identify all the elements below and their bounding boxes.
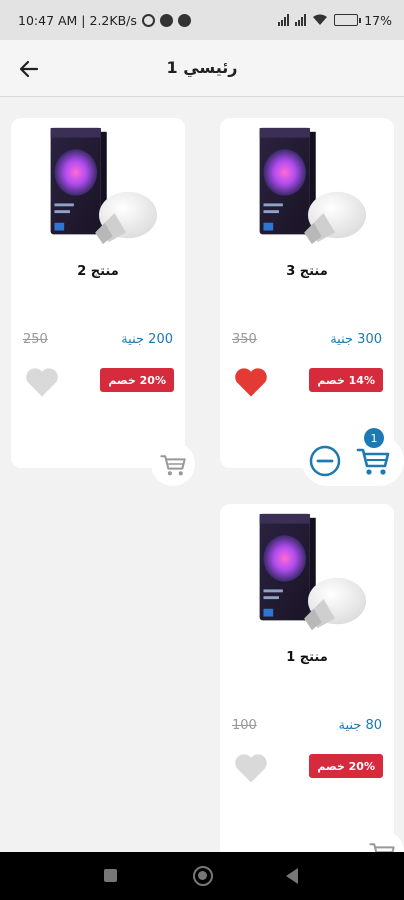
cart-icon bbox=[160, 455, 186, 476]
discount-badge: 20% خصم bbox=[309, 754, 383, 778]
cart-actions: 1 bbox=[302, 428, 404, 486]
status-bar: 10:47 AM | 2.2KB/s 17% bbox=[0, 0, 404, 40]
product-image bbox=[259, 513, 367, 631]
wifi-icon bbox=[313, 14, 328, 25]
favorite-heart-icon[interactable] bbox=[232, 364, 270, 398]
product-name: منتج 3 bbox=[286, 264, 328, 279]
status-left: 10:47 AM | 2.2KB/s bbox=[18, 13, 191, 28]
battery-percent: 17% bbox=[364, 12, 392, 28]
status-right: 17% bbox=[278, 13, 392, 28]
product-image bbox=[259, 127, 367, 245]
app-notification-icon bbox=[159, 13, 173, 27]
status-time: 10:47 AM | 2.2KB/s bbox=[18, 12, 137, 28]
product-price: 200 جنية bbox=[121, 332, 173, 347]
favorite-heart-icon[interactable] bbox=[232, 750, 270, 784]
system-nav-bar bbox=[0, 852, 404, 900]
product-old-price: 100 bbox=[232, 718, 257, 733]
signal-icon bbox=[278, 14, 290, 26]
product-price: 300 جنية bbox=[330, 332, 382, 347]
product-old-price: 250 bbox=[23, 332, 48, 347]
home-button[interactable] bbox=[193, 866, 213, 886]
app-notification-icon-2 bbox=[177, 13, 191, 27]
product-name: منتج 2 bbox=[77, 264, 119, 279]
recents-button[interactable] bbox=[104, 869, 117, 882]
page-title: رئيسي 1 bbox=[166, 58, 238, 77]
product-old-price: 350 bbox=[232, 332, 257, 347]
app-header: رئيسي 1 bbox=[0, 40, 404, 97]
remove-from-cart-icon[interactable] bbox=[308, 444, 342, 478]
favorite-heart-icon[interactable] bbox=[23, 364, 61, 398]
discount-badge: 20% خصم bbox=[100, 368, 174, 392]
cart-quantity-badge: 1 bbox=[364, 428, 384, 448]
product-card-2[interactable]: منتج 2 200 جنية 250 20% خصم bbox=[11, 118, 195, 486]
system-back-button[interactable] bbox=[286, 868, 298, 884]
product-card-3[interactable]: منتج 3 300 جنية 350 14% خصم 1 bbox=[220, 118, 404, 486]
discount-badge: 14% خصم bbox=[309, 368, 383, 392]
product-name: منتج 1 bbox=[286, 650, 328, 665]
product-image bbox=[50, 127, 158, 245]
signal-icon-2 bbox=[295, 14, 307, 26]
battery-icon bbox=[334, 14, 362, 26]
alarm-icon bbox=[141, 13, 155, 27]
product-price: 80 جنية bbox=[338, 718, 382, 733]
product-card-1[interactable]: منتج 1 80 جنية 100 20% خصم bbox=[220, 504, 404, 874]
add-to-cart-button[interactable] bbox=[151, 442, 195, 486]
